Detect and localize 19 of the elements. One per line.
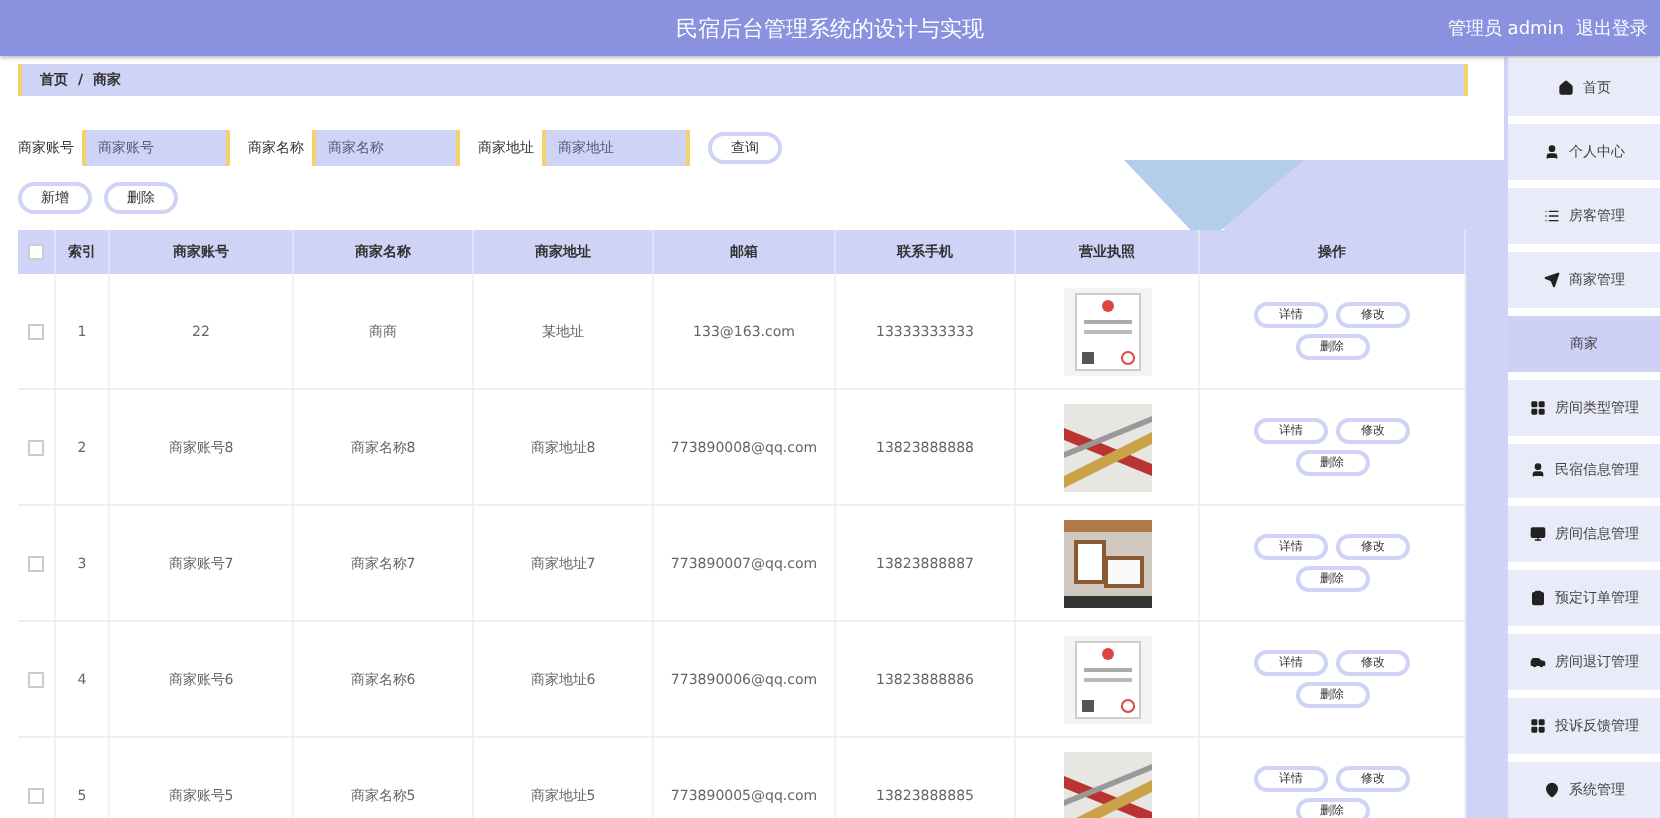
home-icon <box>1557 79 1573 96</box>
checkbox[interactable] <box>28 555 44 571</box>
app-title: 民宿后台管理系统的设计与实现 <box>676 13 984 43</box>
checkbox[interactable] <box>28 323 44 339</box>
monitor-icon <box>1529 526 1545 543</box>
person-icon <box>1543 143 1559 160</box>
checkbox[interactable] <box>28 671 44 687</box>
grid-icon <box>1529 399 1545 416</box>
paper-plane-icon <box>1543 271 1559 288</box>
checkbox[interactable] <box>28 787 44 803</box>
pin-icon <box>1543 782 1559 799</box>
clipboard-icon <box>1529 590 1545 607</box>
user-label: 管理员 admin <box>1447 17 1564 41</box>
person-icon <box>1529 462 1545 479</box>
checkbox[interactable] <box>28 244 44 260</box>
list-icon <box>1543 207 1559 224</box>
checkbox[interactable] <box>28 439 44 455</box>
grid-icon <box>1529 718 1545 735</box>
car-icon <box>1529 654 1545 671</box>
